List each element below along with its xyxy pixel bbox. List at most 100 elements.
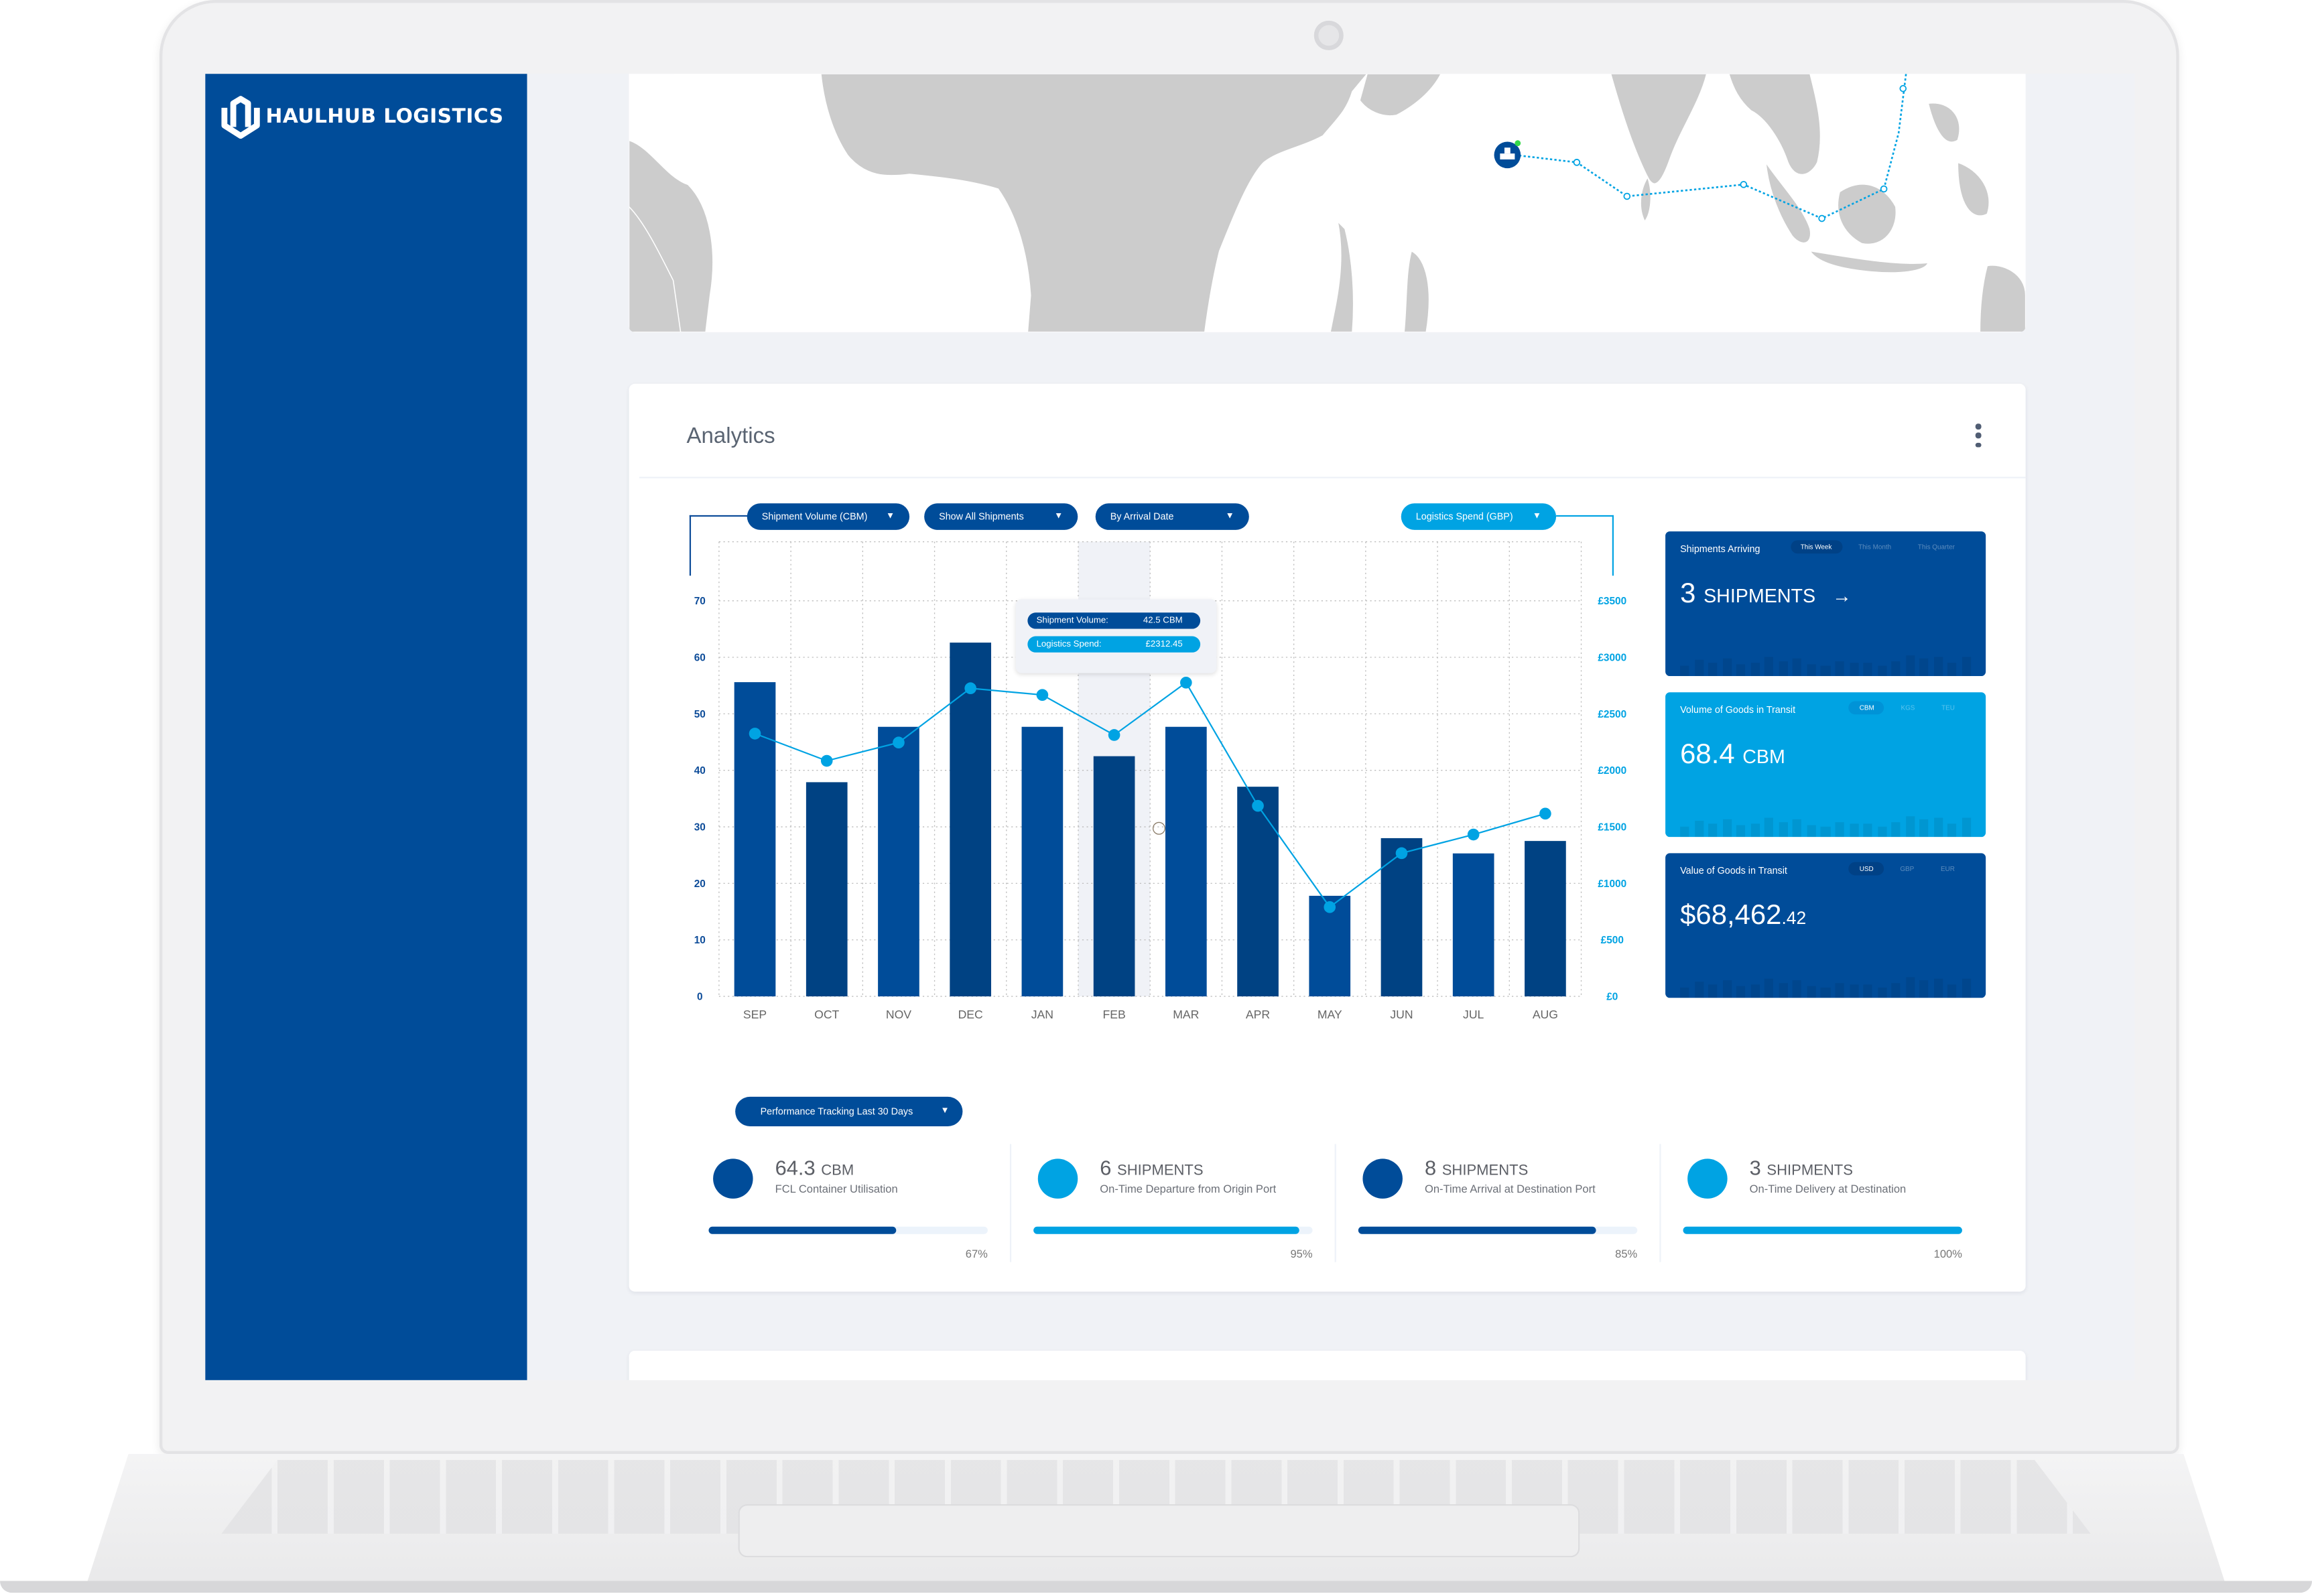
sparkline-bar [1919,818,1929,838]
sparkline-bar [1905,816,1915,838]
tile-value: $68,462.42 [1680,901,1806,933]
x-tick-label: SEP [743,1008,767,1021]
sparkline-bar [1750,823,1760,838]
app-screen: HAULHUB LOGISTICS Analytics Shipment Vol… [205,74,2135,1380]
dropdown-label: Shipment Volume (CBM) [761,511,868,522]
y-right-tick-label: £3500 [1598,596,1626,607]
progress-bar [1683,1226,1962,1234]
chart-tooltip: Shipment Volume: 42.5 CBM Logistics Spend… [1015,599,1217,673]
bar-nov [878,726,919,997]
sparkline-bar [1947,984,1957,998]
kebab-menu-icon[interactable] [1972,423,1984,448]
sparkline-bar [1750,662,1760,677]
y-left-tick-label: 70 [694,596,706,607]
brand-logo[interactable]: HAULHUB LOGISTICS [220,94,503,139]
dropdown-label: Logistics Spend (GBP) [1415,511,1513,522]
help-icon [1152,821,1165,835]
status-dot-icon [1362,1158,1403,1199]
sparkline-bar [1962,657,1972,677]
sparkline-bar [1919,657,1929,677]
sparkline-bar [1933,978,1943,998]
y-left-tick-label: 30 [694,822,706,834]
sparkline-bar [1891,661,1901,677]
ship-icon[interactable] [1494,140,1521,169]
spend-point-jul [1467,828,1480,841]
x-tick-label: MAY [1318,1008,1342,1021]
tile-value-in-transit[interactable]: Value of Goods in Transit USD GBP EUR $6… [1665,853,1986,998]
progress-bar [1358,1226,1638,1234]
tab-teu[interactable]: TEU [1931,701,1966,714]
sparkline-bar [1863,823,1872,838]
shipments-count: 3 [1680,578,1696,610]
y-right-tick-label: £500 [1601,935,1624,946]
x-tick-label: AUG [1533,1008,1558,1021]
tile-title: Shipments Arriving [1680,544,1760,555]
x-tick-label: OCT [814,1008,839,1021]
y-left-tick-label: 10 [694,935,706,946]
progress-percent: 95% [1290,1247,1313,1261]
sparkline-bars [1680,653,1972,677]
tile-volume-in-transit[interactable]: Volume of Goods in Transit CBM KGS TEU 6… [1665,692,1986,838]
y-left-tick-label: 60 [694,653,706,664]
shipment-volume-dropdown[interactable]: Shipment Volume (CBM) ▼ [747,503,910,530]
arrow-right-icon[interactable]: → [1832,584,1852,606]
tile-shipments-arriving[interactable]: Shipments Arriving This Week This Month … [1665,531,1986,677]
goods-value-decimals: .42 [1781,907,1807,929]
tab-gbp[interactable]: GBP [1890,862,1925,876]
y-left-tick-label: 50 [694,709,706,720]
y-right-tick-label: £2500 [1598,709,1626,720]
tooltip-volume-label: Shipment Volume: [1036,616,1108,626]
x-tick-label: MAR [1173,1008,1199,1021]
performance-item: 8 SHIPMENTS On-Time Arrival at Destinatio… [1351,1129,1654,1269]
spend-point-aug [1539,807,1551,820]
show-shipments-dropdown[interactable]: Show All Shipments ▼ [924,503,1078,530]
spend-point-jun [1395,847,1408,860]
x-tick-label: DEC [958,1008,983,1021]
sparkline-bar [1764,978,1774,998]
caret-down-icon: ▼ [1532,512,1542,521]
sparkline-bar [1736,986,1746,998]
dropdown-label: Show All Shipments [939,511,1024,522]
sparkline-bar [1891,823,1901,838]
sparkline-bar [1849,823,1858,838]
sparkline-bar [1680,665,1689,677]
sparkline-bar [1694,981,1704,998]
tab-usd[interactable]: USD [1849,862,1884,876]
bar-dec [950,643,992,997]
progress-fill [1683,1226,1962,1234]
camera-icon [1313,20,1344,50]
sparkline-bar [1821,825,1830,838]
sparkline-bar [1764,657,1774,677]
trackpad [738,1504,1580,1558]
status-dot-icon [1687,1158,1728,1199]
logistics-spend-dropdown[interactable]: Logistics Spend (GBP) ▼ [1401,503,1557,530]
divider [1009,1144,1012,1262]
sparkline-bar [1750,984,1760,998]
bar-jul [1452,853,1494,997]
progress-percent: 100% [1933,1247,1962,1261]
tab-this-month[interactable]: This Month [1848,540,1902,553]
tooltip-spend-label: Logistics Spend: [1036,640,1102,649]
tab-this-week[interactable]: This Week [1790,540,1842,554]
arrival-date-dropdown[interactable]: By Arrival Date ▼ [1095,503,1249,530]
brand-name: HAULHUB LOGISTICS [265,105,504,129]
spend-point-mar [1180,676,1192,689]
performance-period-dropdown[interactable]: Performance Tracking Last 30 Days ▼ [735,1096,963,1126]
sparkline-bar [1877,827,1886,838]
sparkline-bar [1779,982,1788,998]
x-tick-label: JAN [1031,1008,1053,1021]
tab-this-quarter[interactable]: This Quarter [1907,540,1965,553]
sparkline-bar [1736,825,1746,838]
shipment-map[interactable] [629,74,2026,332]
sparkline-bar [1807,665,1816,677]
tab-cbm[interactable]: CBM [1849,701,1885,715]
tab-kgs[interactable]: KGS [1890,701,1925,714]
y-left-tick-label: 20 [694,878,706,890]
sparkline-bar [1793,659,1802,677]
divider [639,476,2026,478]
spend-point-jan [1036,689,1049,701]
tab-eur[interactable]: EUR [1931,862,1966,876]
sparkline-bar [1708,984,1718,998]
next-card [629,1350,2026,1380]
sparkline-bar [1708,663,1718,677]
